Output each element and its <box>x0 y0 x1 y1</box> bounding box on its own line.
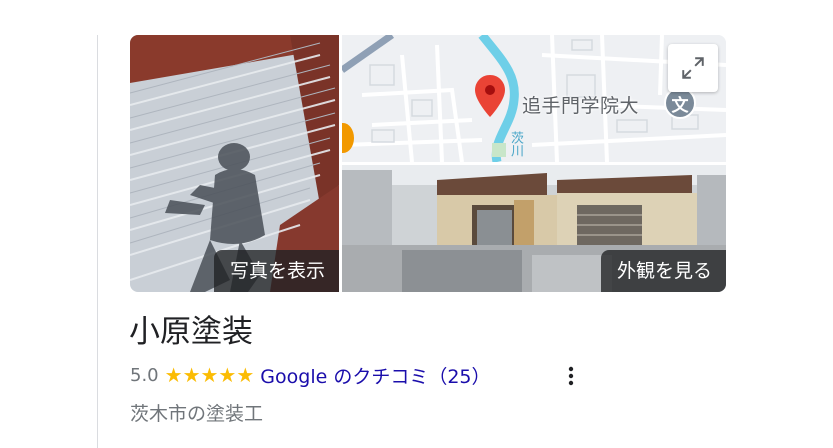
expand-map-button[interactable] <box>668 44 718 92</box>
left-divider <box>97 35 98 448</box>
roof-photo[interactable]: 写真を表示 <box>130 35 339 292</box>
business-category: 茨木市の塗装工 <box>130 403 264 425</box>
media-gallery: 写真を表示 追手門学院大 文 茨川 外観を見る <box>130 35 726 292</box>
house-exterior-photo[interactable]: 外観を見る <box>342 165 726 292</box>
map-pin-icon <box>475 75 505 117</box>
rating-value: 5.0 <box>130 364 159 386</box>
view-exterior-button[interactable]: 外観を見る <box>600 250 726 292</box>
show-photos-button[interactable]: 写真を表示 <box>213 250 339 292</box>
map-river-label: 茨川 <box>508 131 523 157</box>
more-vert-icon <box>568 366 574 386</box>
business-name: 小原塗装 <box>129 314 253 350</box>
expand-icon <box>682 57 704 79</box>
map-thumbnail[interactable]: 追手門学院大 文 茨川 <box>342 35 726 162</box>
map-place-label: 追手門学院大 <box>522 95 640 117</box>
more-options-button[interactable] <box>558 363 584 389</box>
rating-row: 5.0 ★★★★★ Google のクチコミ（25） <box>130 362 491 388</box>
google-reviews-link[interactable]: Google のクチコミ（25） <box>260 362 490 389</box>
star-rating-icon: ★★★★★ <box>164 363 255 387</box>
